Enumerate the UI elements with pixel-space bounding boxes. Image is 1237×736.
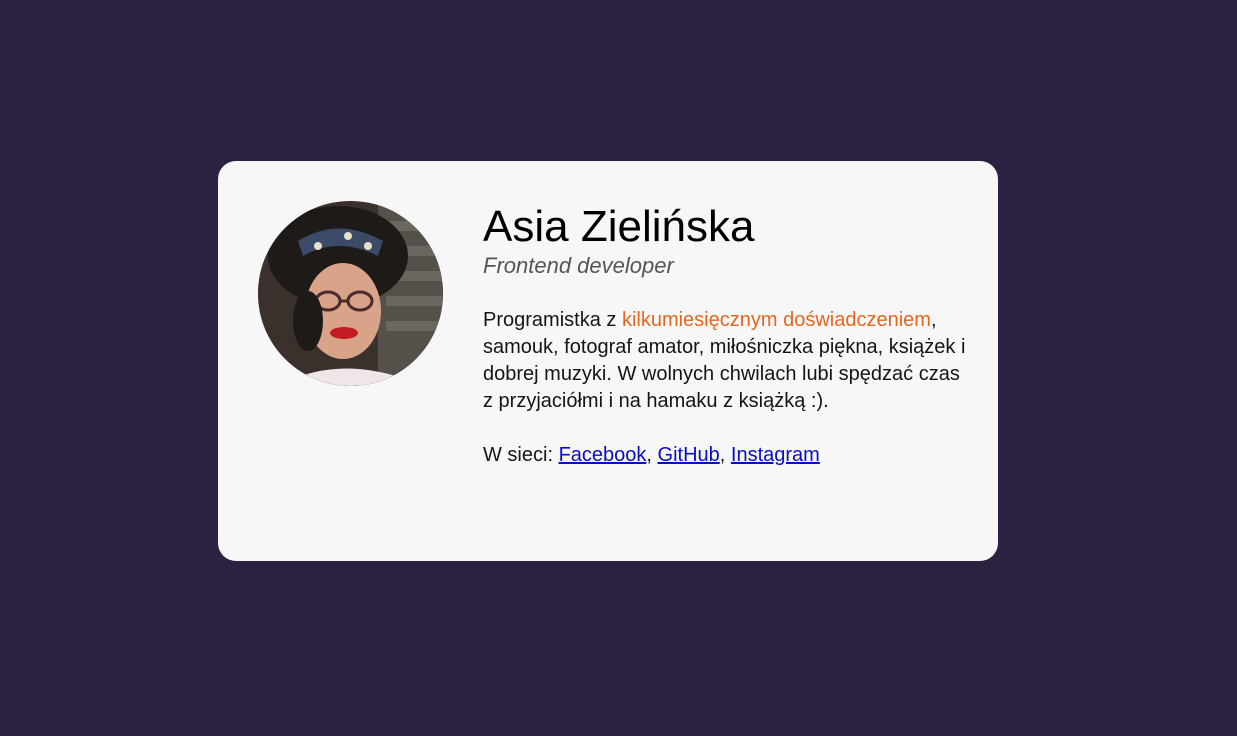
social-separator: , (719, 444, 731, 466)
avatar-photo-icon (258, 201, 443, 386)
social-label: W sieci: (483, 444, 559, 466)
profile-card: Asia Zielińska Frontend developer Progra… (218, 161, 998, 561)
bio-prefix: Programistka z (483, 309, 622, 331)
bio-highlight: kilkumiesięcznym doświadczeniem (621, 309, 931, 331)
profile-name: Asia Zielińska (483, 202, 755, 251)
profile-bio: Programistka z kilkumiesięcznym doświadc… (483, 307, 973, 415)
social-separator: , (646, 444, 658, 466)
instagram-link[interactable]: Instagram (731, 444, 820, 466)
social-links: W sieci: Facebook, GitHub, Instagram (483, 442, 973, 469)
github-link[interactable]: GitHub (658, 444, 720, 466)
profile-content: Asia Zielińska Frontend developer Progra… (483, 201, 973, 469)
facebook-link[interactable]: Facebook (559, 444, 647, 466)
avatar (258, 201, 443, 386)
profile-role: Frontend developer (483, 253, 674, 278)
